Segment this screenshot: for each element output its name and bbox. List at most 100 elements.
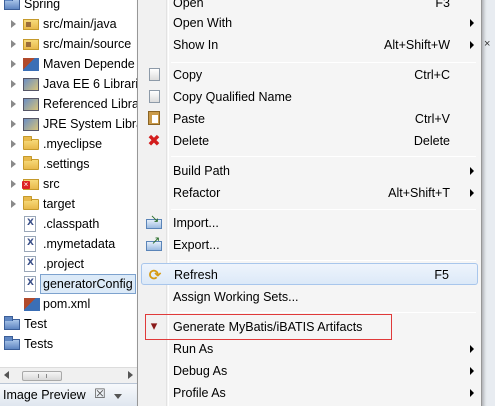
- grip-icon: [38, 374, 47, 378]
- tree-item-jre-system-library[interactable]: JRE System Libra: [0, 114, 137, 134]
- tree-item-src-main-java[interactable]: src/main/java: [0, 14, 137, 34]
- context-menu: Open F3 Open With Show In Alt+Shift+W Co…: [137, 0, 482, 406]
- menu-item-label: Build Path: [173, 164, 230, 178]
- highlight-annotation-box: [145, 314, 392, 340]
- tree-item-spring[interactable]: Spring: [0, 0, 137, 14]
- close-icon[interactable]: ×: [484, 38, 490, 50]
- tree-item-label: Maven Depende: [43, 57, 135, 71]
- tree-item-test[interactable]: Test: [0, 314, 137, 334]
- paste-icon: [148, 111, 160, 125]
- menu-item-paste[interactable]: Paste Ctrl+V: [141, 108, 478, 130]
- menu-item-label: Paste: [173, 112, 205, 126]
- tree-item-label: pom.xml: [43, 297, 91, 311]
- menu-item-refresh[interactable]: ⟳ Refresh F5: [141, 263, 478, 285]
- tree-item-generatorconfig[interactable]: generatorConfig: [0, 274, 137, 294]
- submenu-arrow-icon: [470, 167, 474, 175]
- expand-arrow-icon[interactable]: [9, 174, 18, 194]
- tree-item-java-ee-libraries[interactable]: Java EE 6 Librari: [0, 74, 137, 94]
- scroll-right-icon[interactable]: [128, 371, 133, 379]
- expand-arrow-icon[interactable]: [9, 34, 18, 54]
- close-icon[interactable]: ☒: [94, 386, 106, 402]
- menu-item-delete[interactable]: ✖ Delete Delete: [141, 130, 478, 152]
- tree-item-src[interactable]: src: [0, 174, 137, 194]
- tree-item-label: .project: [43, 257, 84, 271]
- tree-item-pom-xml[interactable]: pom.xml: [0, 294, 137, 314]
- xml-file-icon: [24, 216, 36, 232]
- menu-item-import[interactable]: Import...: [141, 212, 478, 234]
- menu-item-label: Refactor: [173, 186, 221, 200]
- tree-item-label: .mymetadata: [43, 237, 116, 251]
- menu-item-label: Copy: [173, 68, 203, 82]
- tree-item-maven-dependencies[interactable]: Maven Depende: [0, 54, 137, 74]
- menu-item-shortcut: Delete: [413, 134, 450, 148]
- tree-item-referenced-libraries[interactable]: Referenced Libra: [0, 94, 137, 114]
- menu-item-export[interactable]: Export...: [141, 234, 478, 256]
- editor-edge: ×: [481, 0, 495, 406]
- tree-item-target[interactable]: target: [0, 194, 137, 214]
- expand-arrow-icon[interactable]: [9, 74, 18, 94]
- submenu-arrow-icon: [470, 345, 474, 353]
- menu-item-run-as[interactable]: Run As: [141, 338, 478, 360]
- menu-item-label: Open With: [173, 16, 233, 30]
- project-icon: [4, 0, 20, 10]
- project-icon: [4, 316, 20, 330]
- tree-item-mymetadata[interactable]: .mymetadata: [0, 234, 137, 254]
- expand-arrow-icon[interactable]: [9, 114, 18, 134]
- expand-arrow-icon[interactable]: [9, 194, 18, 214]
- tree-item-myeclipse[interactable]: .myeclipse: [0, 134, 137, 154]
- chevron-down-icon[interactable]: [114, 394, 122, 399]
- library-icon: [23, 78, 39, 91]
- menu-separator: [171, 260, 476, 261]
- expand-arrow-icon[interactable]: [9, 154, 18, 174]
- tree-item-label: .classpath: [43, 217, 100, 231]
- import-icon: [146, 212, 162, 229]
- xml-file-icon: [24, 236, 36, 252]
- menu-item-open-with[interactable]: Open With: [141, 12, 478, 34]
- expand-arrow-icon[interactable]: [9, 94, 18, 114]
- project-explorer: Spring src/main/java src/main/source Mav…: [0, 0, 137, 383]
- expand-arrow-icon[interactable]: [9, 134, 18, 154]
- menu-item-profile-as[interactable]: Profile As: [141, 382, 478, 404]
- tree-item-label: Java EE 6 Librari: [43, 77, 137, 91]
- folder-icon: [23, 156, 39, 170]
- menu-item-shortcut: F5: [434, 268, 449, 282]
- expand-arrow-icon[interactable]: [9, 14, 18, 34]
- menu-item-label: Run As: [173, 342, 214, 356]
- tree-item-tests[interactable]: Tests: [0, 334, 137, 354]
- tree-item-classpath[interactable]: .classpath: [0, 214, 137, 234]
- menu-item-shortcut: Ctrl+C: [414, 68, 450, 82]
- tree-item-label: Spring: [24, 0, 61, 11]
- delete-icon: ✖: [147, 131, 161, 150]
- tree-item-label: Tests: [24, 337, 54, 351]
- tree-item-project[interactable]: .project: [0, 254, 137, 274]
- menu-item-label: Import...: [173, 216, 219, 230]
- tree-item-label: JRE System Libra: [43, 117, 137, 131]
- library-icon: [23, 118, 39, 131]
- maven-library-icon: [23, 58, 39, 71]
- menu-item-build-path[interactable]: Build Path: [141, 160, 478, 182]
- menu-item-show-in[interactable]: Show In Alt+Shift+W: [141, 34, 478, 56]
- tree-item-label: src/main/java: [43, 17, 117, 31]
- menu-item-debug-as[interactable]: Debug As: [141, 360, 478, 382]
- tree-item-src-main-source[interactable]: src/main/source: [0, 34, 137, 54]
- menu-separator: [171, 62, 476, 63]
- package-folder-icon: [23, 19, 39, 30]
- xml-file-icon: [24, 256, 36, 272]
- menu-item-copy[interactable]: Copy Ctrl+C: [141, 64, 478, 86]
- menu-separator: [171, 312, 476, 313]
- scrollbar-thumb[interactable]: [22, 371, 62, 381]
- image-preview-tab[interactable]: Image Preview ☒: [0, 383, 137, 406]
- menu-item-label: Refresh: [174, 268, 218, 282]
- menu-item-refactor[interactable]: Refactor Alt+Shift+T: [141, 182, 478, 204]
- horizontal-scrollbar[interactable]: [0, 367, 137, 383]
- submenu-arrow-icon: [470, 367, 474, 375]
- submenu-arrow-icon: [470, 189, 474, 197]
- scroll-left-icon[interactable]: [4, 371, 9, 379]
- menu-item-copy-qualified-name[interactable]: Copy Qualified Name: [141, 86, 478, 108]
- tree-item-settings[interactable]: .settings: [0, 154, 137, 174]
- menu-item-shortcut: Alt+Shift+T: [388, 186, 450, 200]
- tree-item-label: target: [43, 197, 75, 211]
- expand-arrow-icon[interactable]: [9, 54, 18, 74]
- menu-item-assign-working-sets[interactable]: Assign Working Sets...: [141, 286, 478, 308]
- menu-item-label: Show In: [173, 38, 219, 52]
